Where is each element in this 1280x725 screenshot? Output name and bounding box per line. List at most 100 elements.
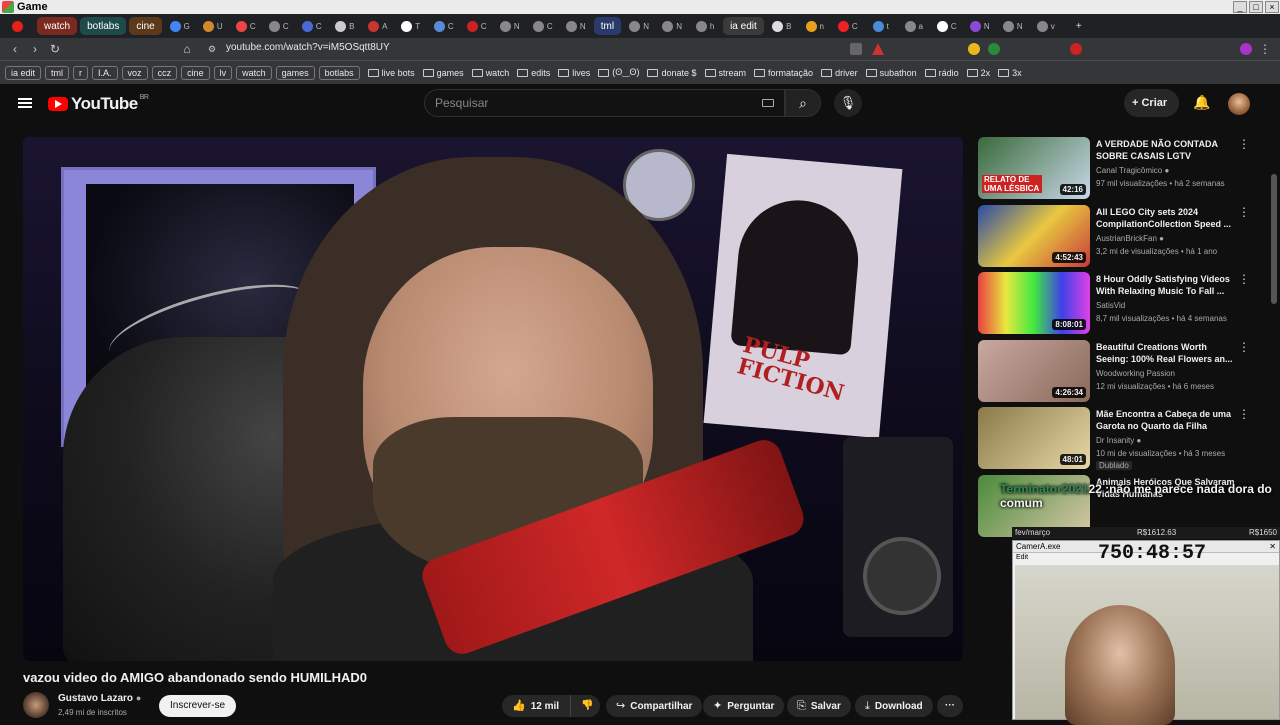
minimize-button[interactable]: _ — [1233, 1, 1247, 13]
bookmark-item[interactable]: (ʘ‿ʘ) — [598, 67, 639, 78]
download-button[interactable]: ⤓ Download — [855, 695, 933, 717]
share-button[interactable]: ↪ Compartilhar — [606, 695, 703, 717]
search-input[interactable]: Pesquisar — [424, 89, 785, 117]
browser-tab[interactable]: v — [1031, 17, 1061, 35]
reload-icon[interactable]: ↻ — [48, 42, 62, 56]
recommendation-thumbnail[interactable]: 8:08:01 — [978, 272, 1090, 334]
more-options-icon[interactable]: ⋮ — [1238, 341, 1250, 353]
browser-tab[interactable]: tml — [593, 17, 622, 35]
bookmark-item[interactable]: edits — [517, 68, 550, 78]
browser-tab[interactable]: N — [624, 17, 654, 35]
browser-tab[interactable]: watch — [37, 17, 78, 35]
bookmark-chip[interactable]: ia edit — [5, 65, 42, 80]
camera-window[interactable]: CamerA.exe ✕ Edit 750:48:57 — [1012, 540, 1280, 725]
browser-tab[interactable]: a — [899, 17, 929, 35]
recommendation-title[interactable]: All LEGO City sets 2024 CompilationColle… — [1096, 206, 1236, 230]
bookmark-chip[interactable]: ccz — [151, 65, 178, 80]
keyboard-icon[interactable] — [762, 99, 774, 107]
extension-icon[interactable] — [1240, 43, 1252, 55]
extension-icon[interactable] — [968, 43, 980, 55]
scrollbar[interactable] — [1271, 174, 1277, 304]
channel-name[interactable]: Gustavo Lazaro ● — [58, 693, 141, 704]
recommendation-item[interactable]: 4:26:34 Beautiful Creations Worth Seeing:… — [978, 339, 1258, 404]
bookmark-item[interactable]: 2x — [966, 68, 990, 78]
recommendation-thumbnail[interactable]: RELATO DE UMA LÉSBICA 42:16 — [978, 137, 1090, 199]
bookmark-item[interactable]: rádio — [924, 68, 959, 78]
bookmark-item[interactable]: formatação — [754, 68, 813, 78]
recommendation-thumbnail[interactable]: 48:01 — [978, 407, 1090, 469]
bookmark-chip[interactable]: lv — [213, 65, 233, 80]
bookmark-chip[interactable]: games — [275, 65, 315, 80]
browser-tab[interactable]: N — [495, 17, 525, 35]
browser-tab[interactable]: n — [800, 17, 830, 35]
brave-icon[interactable] — [872, 43, 884, 55]
recommendation-channel-name[interactable]: Canal Tragicômico — [1096, 166, 1162, 175]
notifications-bell-icon[interactable]: 🔔 — [1193, 94, 1210, 111]
recommendation-channel-name[interactable]: SatisVid — [1096, 301, 1125, 310]
browser-tab[interactable]: C — [231, 17, 261, 35]
forward-icon[interactable]: › — [28, 42, 42, 56]
video-player[interactable]: PULP FICTION — [23, 137, 963, 661]
recommendation-item[interactable]: 8:08:01 8 Hour Oddly Satisfying Videos Wi… — [978, 272, 1258, 336]
recommendation-channel[interactable]: Canal Tragicômico ● — [1096, 166, 1169, 175]
new-tab-button[interactable]: + — [1064, 17, 1094, 35]
channel-avatar[interactable] — [23, 692, 49, 718]
recommendation-title[interactable]: 8 Hour Oddly Satisfying Videos With Rela… — [1096, 273, 1236, 297]
create-button[interactable]: + Criar — [1124, 89, 1179, 117]
maximize-button[interactable]: □ — [1249, 1, 1263, 13]
extension-icon[interactable] — [988, 43, 1000, 55]
channel-name-text[interactable]: Gustavo Lazaro — [58, 693, 133, 704]
browser-tab[interactable]: N — [998, 17, 1028, 35]
bookmark-chip[interactable]: r — [73, 65, 89, 80]
bookmark-item[interactable]: watch — [471, 68, 509, 78]
recommendation-channel[interactable]: AustrianBrickFan ● — [1096, 234, 1164, 243]
bookmark-item[interactable]: live bots — [367, 68, 415, 78]
recommendation-title[interactable]: A VERDADE NÃO CONTADA SOBRE CASAIS LGTV — [1096, 138, 1236, 162]
bookmark-item[interactable]: games — [422, 68, 464, 78]
browser-tab[interactable]: C — [528, 17, 558, 35]
subscribe-button[interactable]: Inscrever-se — [159, 695, 237, 717]
bookmark-item[interactable]: stream — [704, 68, 746, 78]
recommendation-channel[interactable]: Woodworking Passion — [1096, 369, 1175, 378]
bookmark-chip[interactable]: I.A. — [92, 65, 118, 80]
recommendation-channel[interactable]: SatisVid — [1096, 301, 1125, 310]
close-icon[interactable]: ✕ — [1269, 541, 1276, 553]
url-input[interactable]: youtube.com/watch?v=iM5OSqtt8UY — [226, 42, 390, 53]
browser-tab[interactable]: C — [429, 17, 459, 35]
bookmark-chip[interactable]: voz — [121, 65, 148, 80]
browser-tab[interactable]: U — [198, 17, 228, 35]
extension-icon[interactable] — [850, 43, 862, 55]
more-actions-button[interactable]: ··· — [937, 695, 963, 717]
browser-tab[interactable]: cine — [129, 17, 162, 35]
bookmark-chip[interactable]: tml — [45, 65, 70, 80]
back-icon[interactable]: ‹ — [8, 42, 22, 56]
save-button[interactable]: ⎘ Salvar — [787, 695, 851, 717]
recommendation-channel-name[interactable]: AustrianBrickFan — [1096, 234, 1157, 243]
recommendation-title[interactable]: Mãe Encontra a Cabeça de uma Garota no Q… — [1096, 408, 1236, 432]
bookmark-item[interactable]: driver — [821, 68, 858, 78]
bookmark-chip[interactable]: watch — [236, 65, 272, 80]
recommendation-item[interactable]: 4:52:43 All LEGO City sets 2024 Compilati… — [978, 204, 1258, 269]
recommendation-thumbnail[interactable]: 4:26:34 — [978, 339, 1090, 402]
browser-tab[interactable]: t — [866, 17, 896, 35]
extension-icon[interactable] — [1070, 43, 1082, 55]
site-info-icon[interactable]: ⚙ — [205, 42, 219, 56]
bookmark-icon[interactable]: ⌂ — [180, 42, 194, 56]
more-options-icon[interactable]: ⋮ — [1238, 273, 1250, 285]
more-options-icon[interactable]: ⋮ — [1238, 206, 1250, 218]
browser-tab[interactable]: T — [396, 17, 426, 35]
browser-tab[interactable]: C — [297, 17, 327, 35]
menu-dots-icon[interactable]: ⋮ — [1258, 42, 1272, 56]
voice-search-button[interactable]: 🎙 — [834, 89, 862, 117]
recommendation-item[interactable]: 48:01 Mãe Encontra a Cabeça de uma Garota… — [978, 407, 1258, 471]
ask-button[interactable]: ✦ Perguntar — [703, 695, 785, 717]
browser-tab[interactable]: A — [363, 17, 393, 35]
recommendation-channel-name[interactable]: Dr Insanity — [1096, 436, 1134, 445]
like-button[interactable]: 👍 12 mil — [502, 695, 570, 717]
more-options-icon[interactable]: ⋮ — [1238, 138, 1250, 150]
browser-tab[interactable]: botlabs — [80, 17, 127, 35]
dislike-button[interactable]: 👎 — [570, 695, 600, 717]
browser-tab[interactable]: N — [965, 17, 995, 35]
browser-tab[interactable]: C — [932, 17, 962, 35]
hamburger-menu-icon[interactable] — [18, 98, 32, 108]
